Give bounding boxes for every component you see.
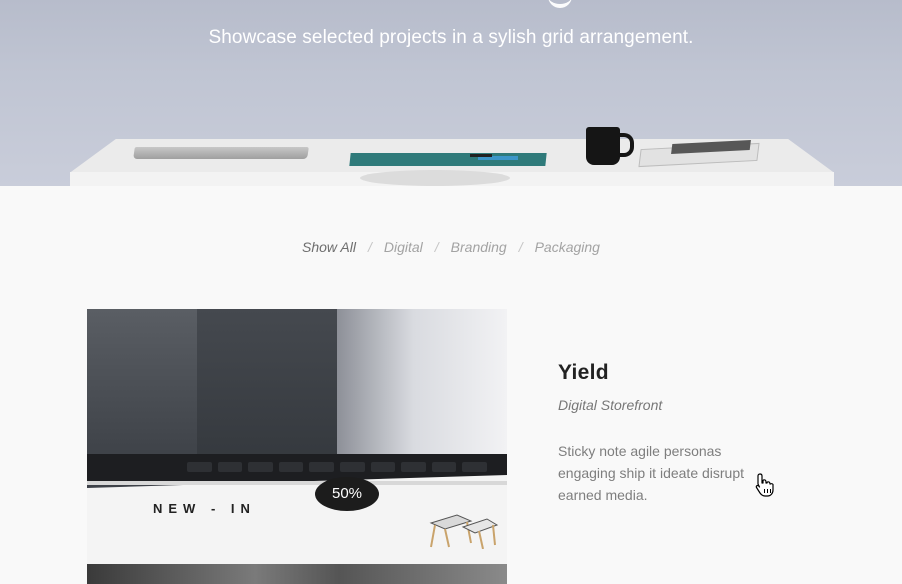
filter-separator: /: [518, 239, 523, 255]
filter-separator: /: [434, 239, 439, 255]
portfolio-filter-nav: Show All / Digital / Branding / Packaging: [0, 239, 902, 255]
coffee-mug-handle: [614, 133, 634, 157]
project-description: Sticky note agile personas engaging ship…: [558, 443, 745, 503]
thumbnail-window-light: [337, 309, 507, 459]
thumbnail-key-row: [187, 462, 487, 472]
filter-digital[interactable]: Digital: [384, 239, 423, 255]
thumbnail-discount-badge: 50%: [315, 477, 379, 511]
thumbnail-chairs-image: [429, 514, 499, 549]
hero-banner: Showcase selected projects in a sylish g…: [0, 0, 902, 186]
filter-branding[interactable]: Branding: [451, 239, 507, 255]
pen-image: [470, 154, 492, 157]
project-thumbnail[interactable]: NEW - IN 50%: [87, 309, 507, 584]
filter-packaging[interactable]: Packaging: [535, 239, 600, 255]
thumbnail-headline-text: NEW - IN: [153, 501, 256, 516]
hero-subtitle: Showcase selected projects in a sylish g…: [208, 27, 694, 48]
thumbnail-photo-strip: [87, 564, 507, 584]
desk-shadow: [360, 170, 510, 186]
project-category: Digital Storefront: [558, 397, 663, 413]
filter-separator: /: [367, 239, 372, 255]
closed-laptop-image: [133, 147, 309, 159]
hero-title-fragment: [548, 0, 572, 8]
project-title[interactable]: Yield: [558, 361, 609, 385]
thumbnail-screen-edge: [87, 481, 507, 485]
filter-show-all[interactable]: Show All: [302, 239, 356, 255]
pointer-hand-icon: [755, 473, 774, 497]
